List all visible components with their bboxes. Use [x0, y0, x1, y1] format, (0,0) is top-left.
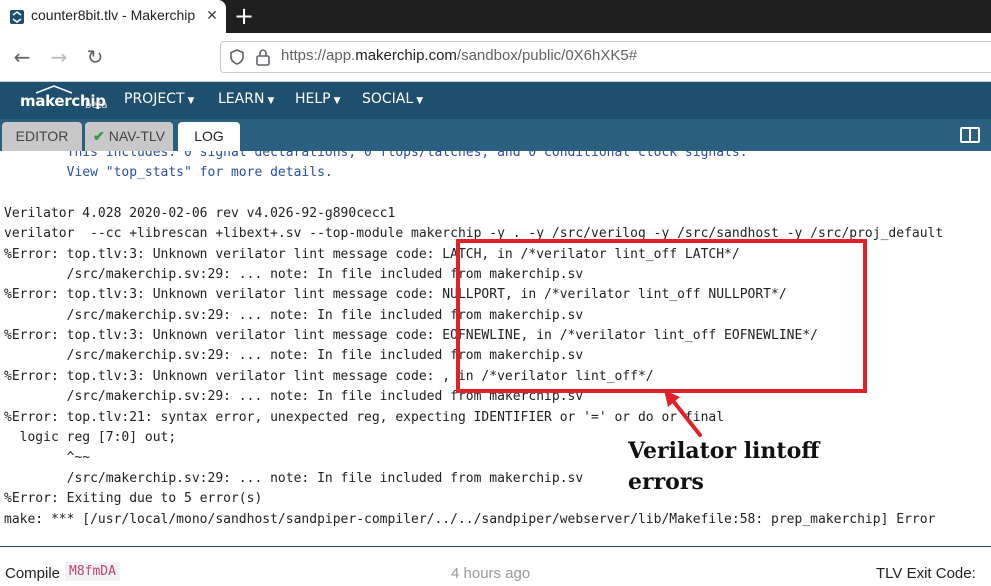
annotation-label-line: errors [628, 469, 704, 495]
forward-arrow-icon[interactable]: → [47, 45, 71, 69]
browser-tab[interactable]: counter8bit.tlv - Makerchip ✕ [0, 0, 226, 33]
log-line: ^~~ [4, 450, 91, 465]
log-line: Verilator 4.028 2020-02-06 rev v4.026-92… [4, 206, 396, 221]
status-bar: Compile M8fmDA 4 hours ago TLV Exit Code… [0, 548, 991, 586]
back-arrow-icon[interactable]: ← [10, 45, 34, 69]
check-icon: ✔ [92, 128, 105, 144]
logo-beta-label: beta [85, 100, 108, 111]
browser-toolbar: ← → ↻ https://app.makerchip.com/sandbox/… [0, 33, 991, 82]
caret-down-icon: ▼ [416, 96, 424, 106]
url-text: https://app.makerchip.com/sandbox/public… [281, 47, 638, 64]
new-tab-button[interactable]: + [232, 3, 256, 29]
menu-social[interactable]: SOCIAL ▼ [362, 91, 423, 107]
caret-down-icon: ▼ [187, 96, 195, 106]
menu-learn[interactable]: LEARN ▼ [218, 91, 274, 107]
reload-icon[interactable]: ↻ [83, 45, 107, 69]
annotation-highlight-box [456, 239, 867, 393]
log-line: /src/makerchip.sv:29: ... note: In file … [4, 471, 584, 486]
address-bar[interactable]: https://app.makerchip.com/sandbox/public… [220, 41, 991, 73]
caret-down-icon: ▼ [333, 96, 341, 106]
exit-code-label: TLV Exit Code: [876, 565, 976, 582]
makerchip-logo[interactable]: makerchip beta [18, 85, 108, 116]
menu-project[interactable]: PROJECT ▼ [124, 91, 194, 107]
log-line: This includes: 0 signal declarations, 0 … [4, 151, 748, 160]
caret-down-icon: ▼ [267, 96, 275, 106]
log-line: make: *** [/usr/local/mono/sandhost/sand… [4, 512, 936, 527]
browser-tab-strip: counter8bit.tlv - Makerchip ✕ + [0, 0, 991, 33]
tab-nav-tlv-label: NAV-TLV [108, 128, 165, 144]
app-navbar: makerchip beta PROJECT ▼ LEARN ▼ HELP ▼ SOC… [0, 82, 991, 119]
compile-label: Compile [5, 565, 61, 582]
makerchip-favicon-icon [10, 10, 24, 24]
tab-log[interactable]: LOG [178, 122, 240, 151]
annotation-arrow-icon [664, 390, 702, 437]
log-line: logic reg [7:0] out; [4, 430, 177, 445]
annotation-label-line: Verilator lintoff [628, 438, 820, 464]
lock-icon[interactable] [255, 48, 271, 66]
split-pane-icon[interactable] [960, 127, 980, 143]
menu-help[interactable]: HELP ▼ [295, 91, 341, 107]
browser-tab-title: counter8bit.tlv - Makerchip [31, 7, 196, 23]
log-line: View "top_stats" for more details. [4, 165, 333, 180]
annotation-label: Verilator lintoff errors [628, 436, 819, 498]
close-tab-icon[interactable]: ✕ [202, 6, 222, 26]
log-line: %Error: Exiting due to 5 error(s) [4, 491, 263, 506]
compile-hash[interactable]: M8fmDA [65, 562, 120, 581]
tab-nav-tlv[interactable]: ✔ NAV-TLV [85, 122, 173, 151]
panel-tab-bar: EDITOR ✔ NAV-TLV LOG [0, 119, 991, 151]
shield-icon[interactable] [228, 48, 246, 66]
tab-editor[interactable]: EDITOR [2, 122, 82, 151]
compile-time: 4 hours ago [451, 565, 531, 582]
log-line: %Error: top.tlv:21: syntax error, unexpe… [4, 410, 725, 425]
